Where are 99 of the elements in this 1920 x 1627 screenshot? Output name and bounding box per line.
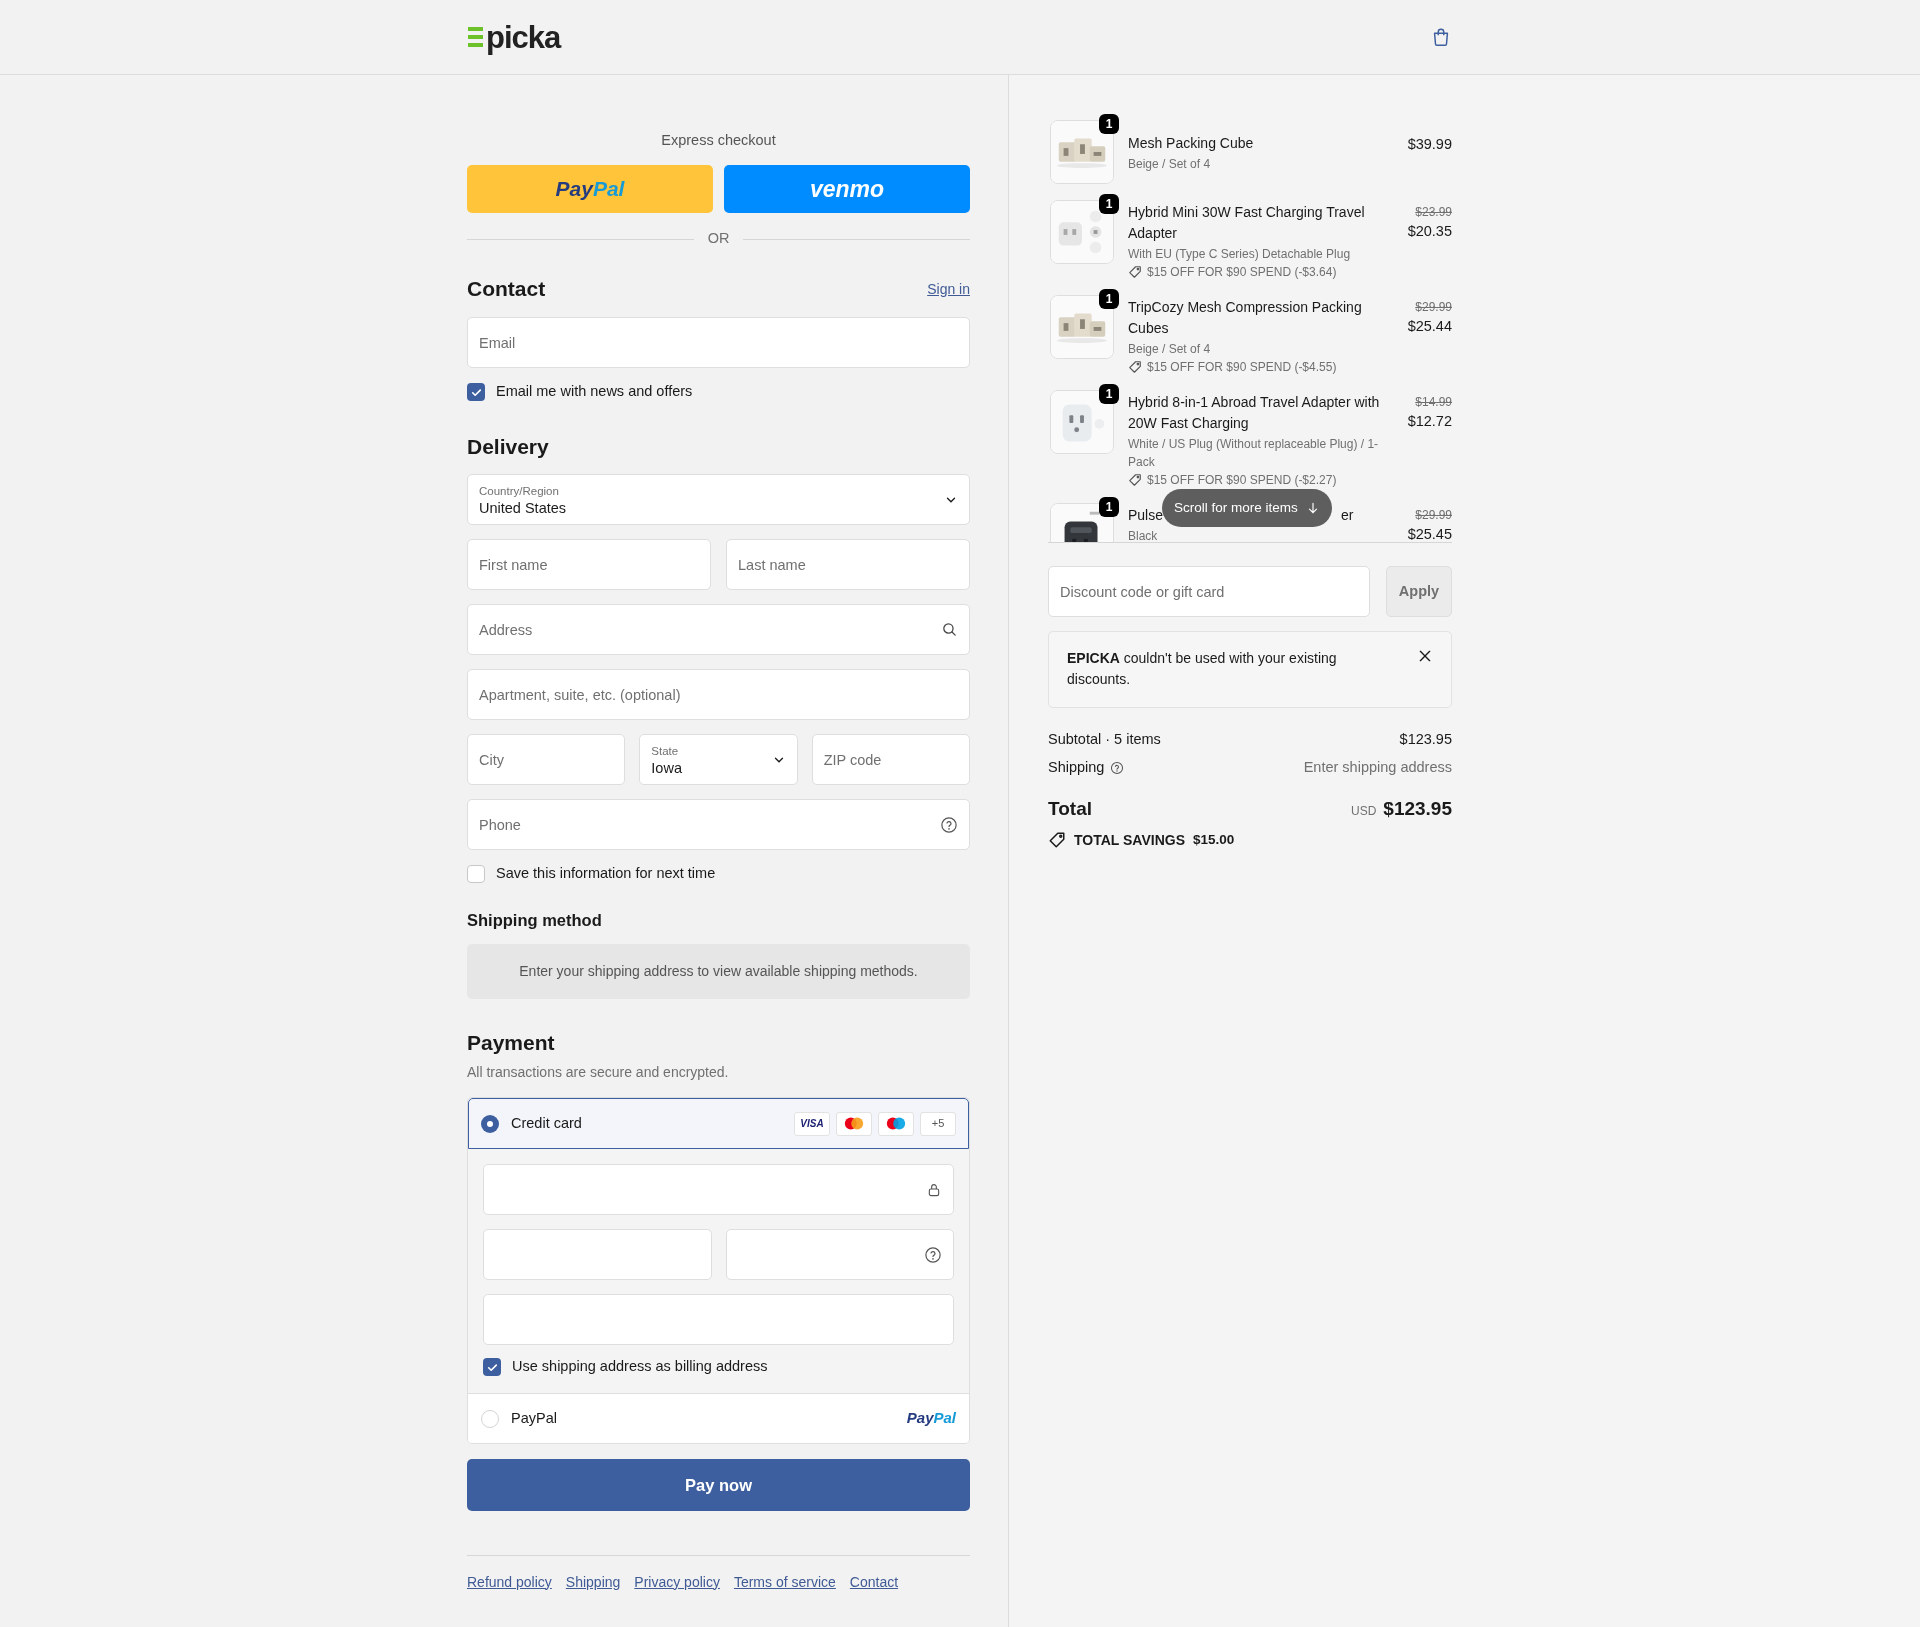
help-icon[interactable] [924,1245,942,1264]
payment-method-option[interactable]: Credit card VISA +5 [468,1098,969,1149]
logo-mark-icon [468,26,484,48]
checkbox-label[interactable]: Save this information for next time [496,863,716,885]
last-name-field[interactable]: Last name [726,539,970,590]
tag-icon [1128,360,1142,374]
product-name: er [1341,506,1354,525]
section-heading: Delivery [467,434,550,460]
notice-message: EPICKA couldn't be used with your existing discounts. [1067,649,1338,689]
more-cards-badge: +5 [920,1111,956,1136]
product-name: TripCozy Mesh Compression Packing Cubes [1128,298,1363,338]
product-price: $25.45 [1407,525,1452,542]
quantity-badge: 1 [1099,194,1119,214]
summary-label: Subtotal · 5 items [1048,730,1161,750]
section-heading: Contact [467,276,546,303]
footer-link[interactable]: Shipping [565,1571,621,1593]
mastercard-badge [836,1111,872,1136]
phone-field[interactable]: Phone [467,799,970,850]
currency-label: USD [1350,802,1377,820]
country-select[interactable]: Country/Region United States [467,474,970,525]
checkbox[interactable] [483,1358,501,1376]
discount-label: $15 OFF FOR $90 SPEND (-$3.64) [1147,264,1337,281]
lock-icon [926,1181,942,1198]
footer-link[interactable]: Terms of service [733,1571,836,1593]
footer-link[interactable]: Refund policy [467,1571,552,1593]
quantity-badge: 1 [1099,497,1119,517]
discount-label: $15 OFF FOR $90 SPEND (-$2.27) [1147,472,1337,489]
first-name-field[interactable]: First name [467,539,711,590]
savings-label: TOTAL SAVINGS [1074,830,1185,850]
shipping-info-message: Enter your shipping address to view available shipping methods. [467,944,970,999]
maestro-badge [878,1111,914,1136]
product-variant: White / US Plug (Without replaceable Plug) / 1-Pack [1128,436,1380,471]
paypal-button[interactable]: PayPal [467,165,713,213]
footer-link[interactable]: Contact [849,1571,899,1593]
city-field[interactable]: City [467,734,626,785]
section-subtitle: All transactions are secure and encrypted. [467,1063,730,1082]
payment-method-option[interactable]: PayPal PayPal [468,1393,969,1443]
venmo-button[interactable]: venmo [724,165,970,213]
section-label: Express checkout [660,131,777,149]
pay-now-button[interactable]: Pay now [467,1459,970,1511]
state-select[interactable]: State Iowa [639,734,798,785]
name-on-card-field[interactable] [483,1294,954,1345]
total-label: Total [1048,796,1092,821]
security-code-field[interactable] [725,1229,954,1280]
close-icon[interactable] [1417,648,1433,664]
product-variant: Beige / Set of 4 [1128,341,1212,358]
tag-icon [1128,473,1142,487]
tag-icon [1048,831,1066,849]
product-variant: Black [1128,528,1159,542]
checkbox-label[interactable]: Use shipping address as billing address [512,1356,768,1378]
help-icon[interactable] [1110,761,1125,775]
quantity-badge: 1 [1099,114,1119,134]
paypal-logo: PayPal [906,1408,956,1429]
search-icon [941,621,958,638]
summary-value: $123.95 [1399,730,1452,750]
product-price: $25.44 [1407,317,1452,336]
radio-button[interactable] [481,1409,499,1428]
checkbox[interactable] [467,383,485,401]
product-name: Hybrid Mini 30W Fast Charging Travel Adapter [1128,203,1366,243]
visa-badge: VISA [794,1111,830,1136]
product-variant: Beige / Set of 4 [1128,156,1212,173]
tag-icon [1128,265,1142,279]
apply-button[interactable]: Apply [1386,566,1452,617]
summary-label: Shipping [1048,758,1105,778]
expiration-date-field[interactable] [483,1229,712,1280]
product-variant: With EU (Type C Series) Detachable Plug [1128,246,1352,263]
email-field[interactable]: Email [467,317,970,368]
logo-text[interactable]: picka [486,21,561,53]
product-name: Mesh Packing Cube [1128,134,1255,153]
summary-value: Enter shipping address [1303,758,1452,778]
apartment-field[interactable]: Apartment, suite, etc. (optional) [467,669,970,720]
product-price: $20.35 [1407,222,1452,241]
original-price: $29.99 [1415,299,1452,316]
discount-label: $15 OFF FOR $90 SPEND (-$4.55) [1147,359,1337,376]
address-field[interactable]: Address [467,604,970,655]
divider-label: OR [707,229,730,249]
original-price: $23.99 [1415,204,1452,221]
radio-button[interactable] [481,1114,499,1133]
product-price: $39.99 [1407,135,1452,154]
checkbox-label[interactable]: Email me with news and offers [496,381,693,403]
footer-link[interactable]: Privacy policy [634,1571,720,1593]
quantity-badge: 1 [1099,289,1119,309]
card-number-field[interactable] [483,1164,954,1215]
product-price: $12.72 [1407,412,1452,431]
savings-value: $15.00 [1193,830,1235,849]
zip-code-field[interactable]: ZIP code [811,734,970,785]
sign-in-link[interactable]: Sign in [927,278,970,300]
original-price: $14.99 [1415,394,1452,411]
checkbox[interactable] [467,865,485,883]
quantity-badge: 1 [1099,384,1119,404]
scroll-hint-button[interactable]: Scroll for more items [1162,489,1332,527]
section-heading: Payment [467,1030,556,1056]
help-icon[interactable] [940,815,958,834]
total-value: $123.95 [1383,796,1452,821]
discount-code-field[interactable]: Discount code or gift card [1048,566,1370,617]
original-price: $29.99 [1415,507,1452,524]
section-heading: Shipping method [467,910,603,930]
product-name: Hybrid 8-in-1 Abroad Travel Adapter with 20W Fast Charging [1128,393,1380,433]
product-name: Pulse [1128,506,1164,525]
